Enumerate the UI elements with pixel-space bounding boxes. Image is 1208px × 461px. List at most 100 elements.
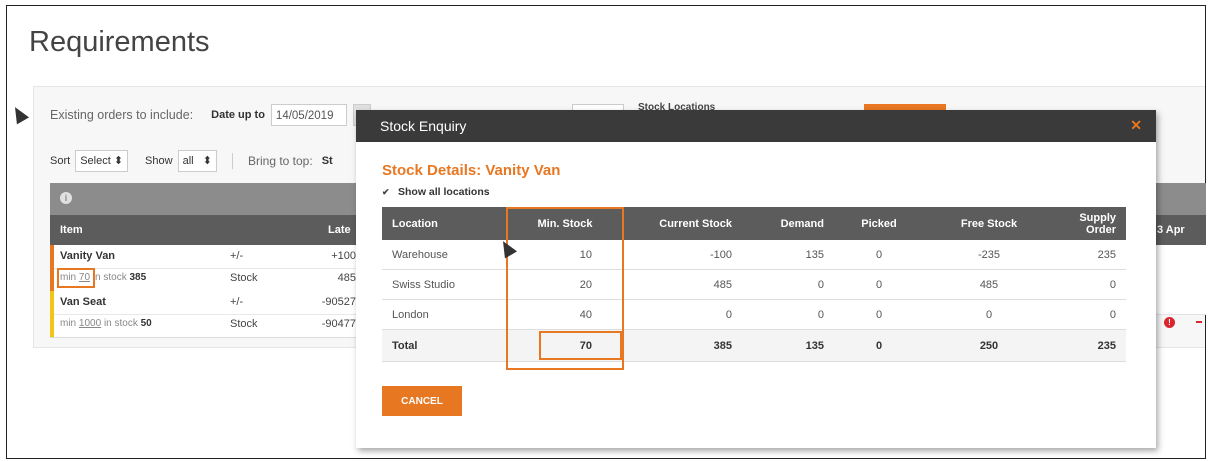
- col-item-header[interactable]: Item: [60, 224, 83, 236]
- updown-icon: ⬍: [202, 155, 212, 167]
- table-header-row: Location Min. Stock Current Stock Demand…: [382, 207, 1126, 240]
- in-stock-value: 385: [129, 272, 147, 283]
- checkbox-checked-icon[interactable]: ✔: [382, 187, 392, 197]
- existing-orders-row: Existing orders to include: Date up to 1…: [50, 104, 371, 126]
- sort-select-value: Select: [80, 155, 111, 167]
- table-total-row: Total 70 385 135 0 250 235: [382, 329, 1126, 362]
- item-row-vanity-van[interactable]: Vanity Van +/- +100 min 70 in stock 385 …: [50, 245, 360, 292]
- divider: [231, 153, 233, 169]
- cell-location: London: [382, 299, 506, 330]
- bring-to-top-label: Bring to top:: [247, 154, 313, 168]
- cell-free-stock: 0: [924, 299, 1054, 330]
- show-select[interactable]: all ⬍: [177, 150, 217, 172]
- table-row: London 40 0 0 0 0 0: [382, 299, 1126, 330]
- cell-min-stock: 20: [506, 269, 624, 300]
- sort-label: Sort: [50, 155, 71, 167]
- close-icon[interactable]: ✕: [1130, 117, 1142, 134]
- show-all-locations-toggle[interactable]: ✔ Show all locations: [382, 186, 490, 198]
- grid-group-header: [50, 183, 360, 215]
- stock-label: Stock: [230, 318, 258, 330]
- cell-demand: 0: [742, 269, 834, 300]
- col-supply-order: Supply Order: [1054, 207, 1126, 240]
- stock-locations-label: Stock Locations: [638, 102, 716, 110]
- cell-free-stock: 485: [924, 269, 1054, 300]
- cell-total-picked: 0: [834, 329, 924, 362]
- cell-picked: 0: [834, 240, 924, 270]
- info-icon[interactable]: i: [60, 192, 72, 204]
- cell-total-label: Total: [382, 329, 506, 362]
- cell-picked: 0: [834, 269, 924, 300]
- col-late-header[interactable]: Late: [328, 224, 351, 236]
- sort-row: Sort Select ⬍ Show all ⬍ Bring to top: S…: [50, 150, 333, 172]
- grid-cell: [1155, 245, 1206, 269]
- cell-free-stock: -235: [924, 240, 1054, 270]
- in-stock-value: 50: [140, 318, 152, 329]
- col-current-stock: Current Stock: [624, 207, 742, 240]
- bring-to-top-value[interactable]: St: [322, 155, 333, 167]
- item-name[interactable]: Van Seat: [60, 296, 106, 308]
- plus-minus-label: +/-: [230, 250, 244, 262]
- stock-value: 485: [337, 272, 356, 284]
- row-divider: [54, 314, 360, 315]
- cell-supply-order: 0: [1054, 299, 1126, 330]
- highlight-min-value: [57, 268, 95, 288]
- cancel-button[interactable]: CANCEL: [382, 386, 462, 416]
- modal-header: Stock Enquiry ✕: [356, 110, 1156, 142]
- warning-icon[interactable]: !: [1164, 317, 1175, 328]
- cell-total-demand: 135: [742, 329, 834, 362]
- modal-title: Stock Enquiry: [380, 118, 467, 134]
- cell-min-stock: 10: [506, 240, 624, 270]
- item-stock-info: min 1000 in stock 50: [60, 318, 152, 329]
- show-label: Show: [145, 155, 173, 167]
- cell-demand: 0: [742, 299, 834, 330]
- cell-total-min-stock: 70: [506, 329, 624, 362]
- cell-location: Warehouse: [382, 240, 506, 270]
- min-value[interactable]: 1000: [79, 318, 101, 329]
- in-stock-label: in stock: [103, 318, 138, 329]
- page-title: Requirements: [29, 26, 210, 58]
- item-name[interactable]: Vanity Van: [60, 250, 115, 262]
- cell-current-stock: 0: [624, 299, 742, 330]
- item-row-van-seat[interactable]: Van Seat +/- -90527 min 1000 in stock 50…: [50, 291, 360, 338]
- row-divider: [54, 268, 360, 269]
- plus-minus-value: -90527: [321, 296, 356, 308]
- plus-minus-value: +100: [331, 250, 356, 262]
- grid-group-header-right: [1155, 183, 1206, 215]
- col-picked: Picked: [834, 207, 924, 240]
- grid-column-header-right: 3 Apr: [1155, 215, 1206, 245]
- date-input[interactable]: 14/05/2019: [270, 104, 347, 126]
- cell-demand: 135: [742, 240, 834, 270]
- table-row: Swiss Studio 20 485 0 0 485 0: [382, 269, 1126, 300]
- stock-value: -90477: [321, 318, 356, 330]
- show-all-locations-label: Show all locations: [398, 186, 490, 198]
- col-date-header[interactable]: 3 Apr: [1157, 224, 1185, 236]
- show-select-value: all: [182, 155, 194, 167]
- stock-enquiry-modal: Stock Enquiry ✕ Stock Details: Vanity Va…: [356, 110, 1156, 448]
- stock-label: Stock: [230, 272, 258, 284]
- updown-icon: ⬍: [113, 155, 124, 167]
- col-free-stock: Free Stock: [924, 207, 1054, 240]
- grid-cell: [1155, 291, 1206, 315]
- cell-supply-order: 235: [1054, 240, 1126, 270]
- existing-orders-label: Existing orders to include:: [50, 108, 194, 122]
- stock-details-title: Stock Details: Vanity Van: [382, 162, 561, 179]
- in-stock-label: in stock: [92, 272, 127, 283]
- cell-picked: 0: [834, 299, 924, 330]
- table-row: Warehouse 10 -100 135 0 -235 235: [382, 240, 1126, 270]
- cell-total-free-stock: 250: [924, 329, 1054, 362]
- cell-current-stock: 485: [624, 269, 742, 300]
- cell-location: Swiss Studio: [382, 269, 506, 300]
- plus-minus-label: +/-: [230, 296, 244, 308]
- stock-table: Location Min. Stock Current Stock Demand…: [382, 207, 1126, 362]
- red-dash: [1196, 321, 1202, 323]
- grid-column-header: Item Late: [50, 215, 360, 245]
- min-label: min: [60, 318, 77, 329]
- date-up-to-label: Date up to: [211, 109, 265, 121]
- grid-cell: [1155, 268, 1206, 292]
- cell-total-supply-order: 235: [1054, 329, 1126, 362]
- col-min-stock: Min. Stock: [506, 207, 624, 240]
- col-demand: Demand: [742, 207, 834, 240]
- sort-select[interactable]: Select ⬍: [75, 150, 129, 172]
- cell-supply-order: 0: [1054, 269, 1126, 300]
- cell-total-current-stock: 385: [624, 329, 742, 362]
